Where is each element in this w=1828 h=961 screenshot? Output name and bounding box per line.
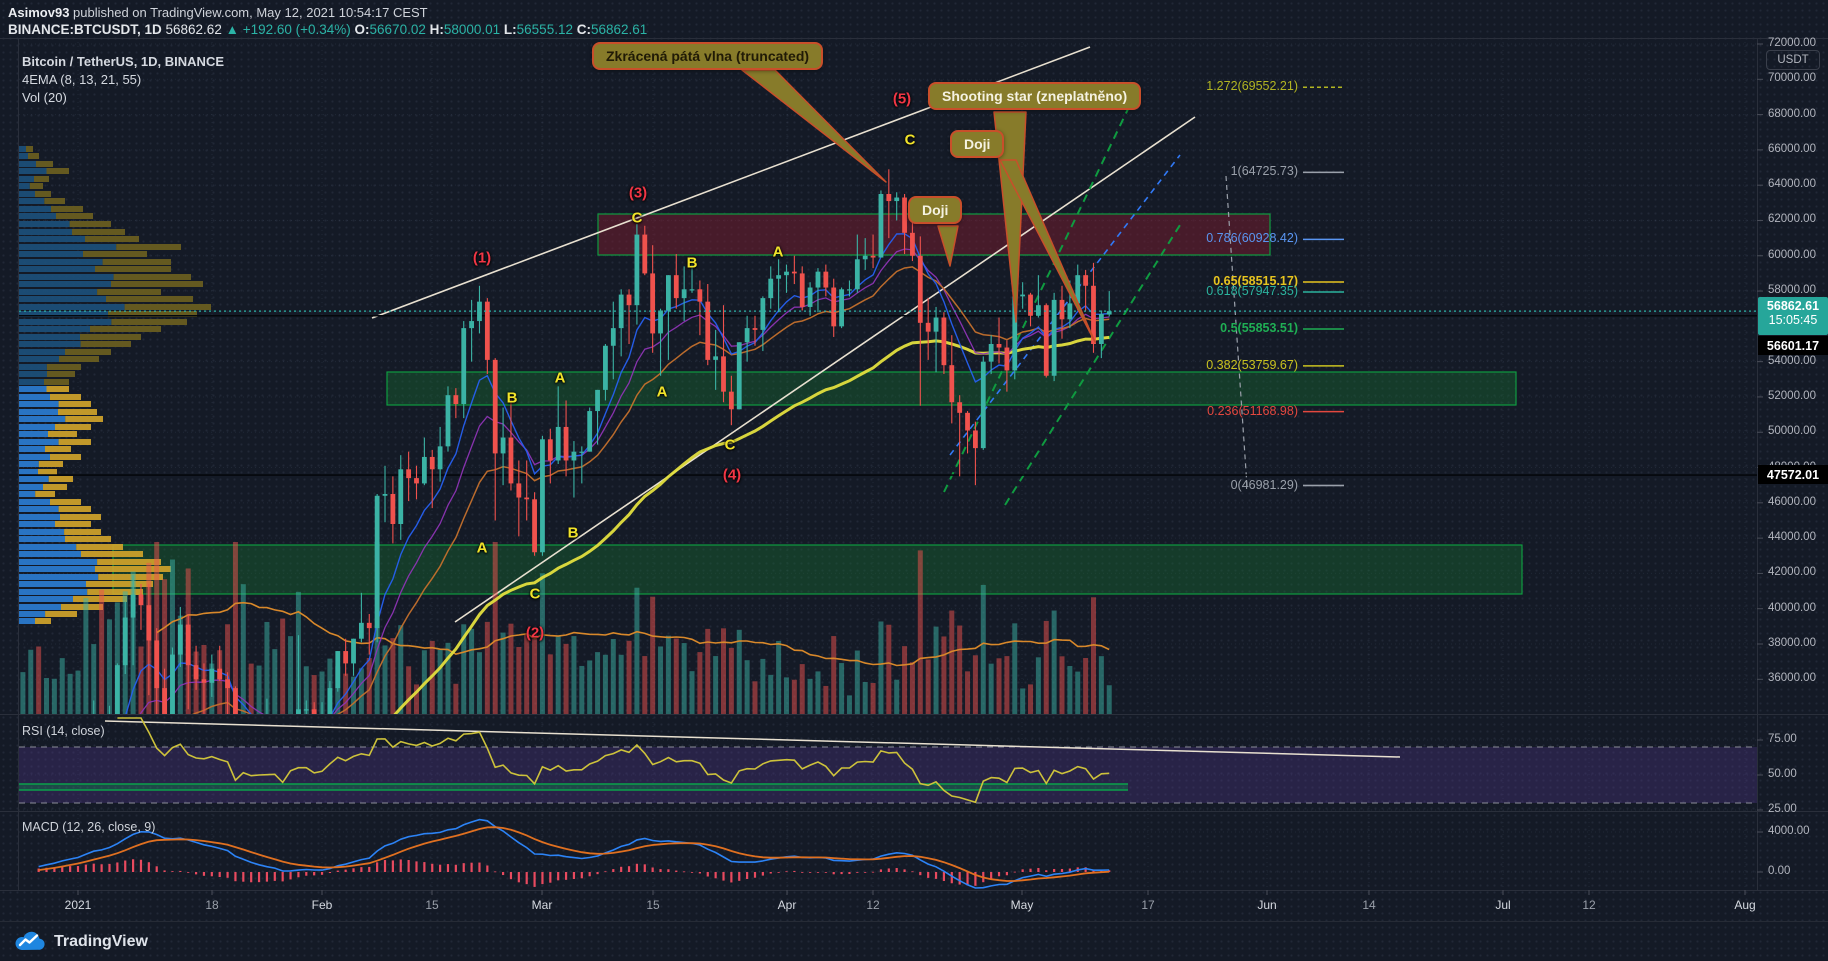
wave-label-A: A: [555, 370, 566, 387]
price-axis-label: 46000.00: [1768, 496, 1816, 508]
macd-pane-label: MACD (12, 26, close, 9): [22, 820, 155, 834]
price-axis-label: 64000.00: [1768, 178, 1816, 190]
wave-label-2: (2): [526, 625, 544, 642]
price-axis-label: 50000.00: [1768, 425, 1816, 437]
wave-label-1: (1): [473, 250, 491, 267]
time-axis-label: May: [992, 898, 1052, 912]
wave-label-C: C: [530, 586, 541, 603]
time-axis-label: 14: [1339, 898, 1399, 912]
fib-level-label: 0.382(53759.67): [1206, 358, 1298, 372]
wave-label-3: (3): [629, 185, 647, 202]
price-axis-unit-badge[interactable]: USDT: [1766, 50, 1820, 70]
header-segment: 56862.62: [166, 22, 226, 37]
time-axis-label: Jul: [1473, 898, 1533, 912]
wave-label-A: A: [773, 244, 784, 261]
callout-annotation[interactable]: Doji: [950, 130, 1004, 158]
header-segment: Asimov93: [8, 5, 69, 20]
rsi-pane-label: RSI (14, close): [22, 724, 105, 738]
wave-label-5: (5): [893, 91, 911, 108]
price-line-badge-47572: 47572.01: [1758, 465, 1828, 484]
time-axis-label: Aug: [1715, 898, 1775, 912]
header-segment: L:: [504, 22, 517, 37]
time-axis-label: Apr: [757, 898, 817, 912]
price-axis-label: 60000.00: [1768, 249, 1816, 261]
wave-label-B: B: [507, 390, 518, 407]
callout-annotation[interactable]: Doji: [908, 196, 962, 224]
header-segment: 58000.01: [444, 22, 504, 37]
header-segment: ▲ +192.60 (+0.34%): [226, 22, 355, 37]
wave-label-C: C: [632, 210, 643, 227]
price-axis-label: 72000.00: [1768, 37, 1816, 49]
rsi-axis-label: 50.00: [1768, 768, 1797, 780]
price-axis-label: 54000.00: [1768, 355, 1816, 367]
symbol-ohlc-row: BINANCE:BTCUSDT, 1D 56862.62 ▲ +192.60 (…: [8, 22, 647, 37]
time-axis-label: 12: [1559, 898, 1619, 912]
time-axis-label: Feb: [292, 898, 352, 912]
wave-label-B: B: [568, 525, 579, 542]
bar-countdown: 15:05:45: [1758, 313, 1828, 327]
price-axis-label: 36000.00: [1768, 672, 1816, 684]
header-segment: 56670.02: [370, 22, 430, 37]
price-axis-label: 44000.00: [1768, 531, 1816, 543]
macd-axis-label: 0.00: [1768, 865, 1790, 877]
wave-label-A: A: [477, 540, 488, 557]
tradingview-logo-text[interactable]: TradingView: [54, 933, 148, 951]
wave-label-C: C: [905, 132, 916, 149]
published-info: Asimov93 published on TradingView.com, M…: [8, 5, 428, 20]
fib-level-label: 0.5(55853.51): [1220, 321, 1298, 335]
rsi-axis-label: 25.00: [1768, 803, 1797, 815]
wave-label-C: C: [725, 437, 736, 454]
time-axis-label: Mar: [512, 898, 572, 912]
wave-label-4: (4): [723, 467, 741, 484]
fib-level-label: 0.786(60928.42): [1206, 231, 1298, 245]
price-axis-label: 62000.00: [1768, 213, 1816, 225]
time-axis-label: 15: [402, 898, 462, 912]
wave-label-A: A: [657, 384, 668, 401]
current-price-badge: 56862.61 15:05:45: [1758, 297, 1828, 335]
header-segment: BINANCE:BTCUSDT, 1D: [8, 22, 166, 37]
header-segment: 56555.12: [517, 22, 577, 37]
time-axis-label: Jun: [1237, 898, 1297, 912]
fib-level-label: 1(64725.73): [1231, 164, 1298, 178]
current-price-value: 56862.61: [1758, 297, 1828, 313]
legend-volume-indicator: Vol (20): [22, 90, 67, 105]
legend-ema-indicator: 4EMA (8, 13, 21, 55): [22, 72, 141, 87]
callout-annotation[interactable]: Zkrácená pátá vlna (truncated): [592, 42, 823, 70]
price-line-badge-56601: 56601.17: [1758, 336, 1828, 355]
price-axis-label: 66000.00: [1768, 143, 1816, 155]
header-segment: published on TradingView.com, May 12, 20…: [69, 5, 427, 20]
callout-annotation[interactable]: Shooting star (zneplatněno): [928, 82, 1141, 110]
price-axis-label: 70000.00: [1768, 72, 1816, 84]
legend-symbol: Bitcoin / TetherUS, 1D, BINANCE: [22, 54, 224, 69]
fib-level-label: 1.272(69552.21): [1206, 79, 1298, 93]
header-segment: C:: [577, 22, 591, 37]
price-axis-label: 42000.00: [1768, 566, 1816, 578]
price-axis-label: 52000.00: [1768, 390, 1816, 402]
time-axis-label: 18: [182, 898, 242, 912]
fib-level-label: 0.618(57947.35): [1206, 284, 1298, 298]
price-axis-label: 58000.00: [1768, 284, 1816, 296]
header-segment: 56862.61: [591, 22, 647, 37]
time-axis-label: 12: [843, 898, 903, 912]
macd-axis-label: 4000.00: [1768, 825, 1810, 837]
rsi-axis-label: 75.00: [1768, 733, 1797, 745]
fib-level-label: 0.236(51168.98): [1207, 404, 1298, 418]
header-segment: O:: [355, 22, 370, 37]
price-axis-label: 38000.00: [1768, 637, 1816, 649]
tradingview-logo-icon[interactable]: [14, 930, 46, 954]
tradingview-published-chart: Asimov93 published on TradingView.com, M…: [0, 0, 1828, 961]
fib-level-label: 0(46981.29): [1231, 478, 1298, 492]
header-segment: H:: [430, 22, 444, 37]
time-axis-label: 15: [623, 898, 683, 912]
wave-label-B: B: [687, 255, 698, 272]
price-axis-label: 68000.00: [1768, 108, 1816, 120]
footer-bar: TradingView: [0, 921, 1828, 961]
time-axis-label: 17: [1118, 898, 1178, 912]
time-axis-label: 2021: [48, 898, 108, 912]
price-axis-label: 40000.00: [1768, 602, 1816, 614]
